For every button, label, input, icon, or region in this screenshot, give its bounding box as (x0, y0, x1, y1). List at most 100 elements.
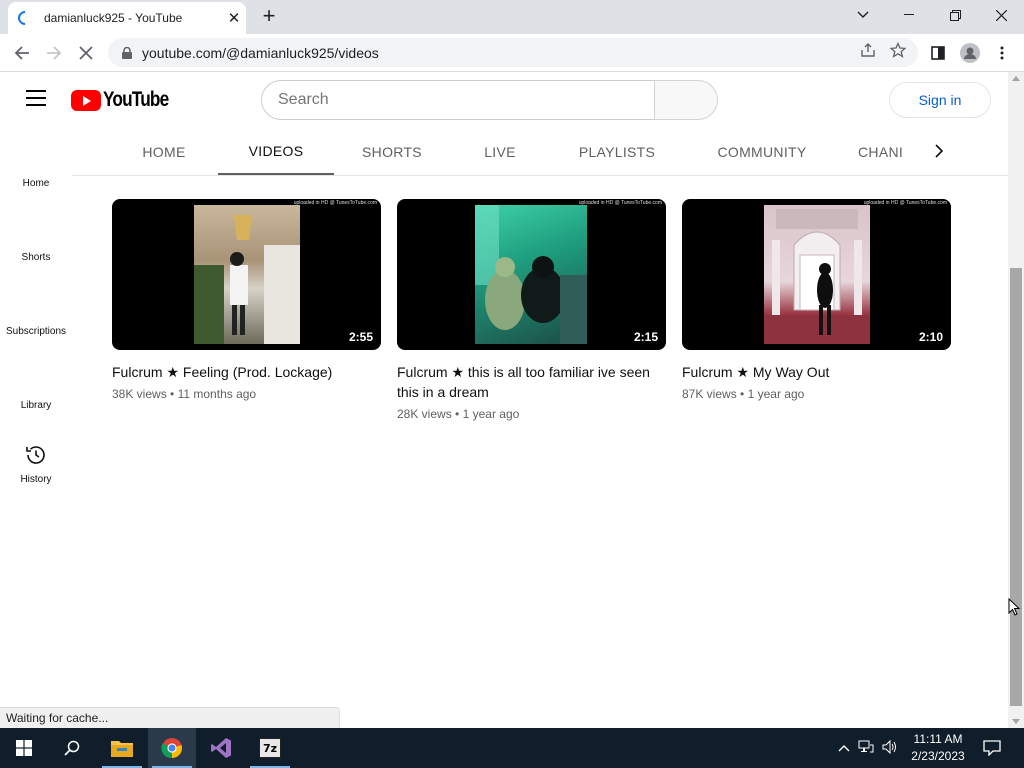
restore-button[interactable] (932, 0, 978, 30)
upload-age: 11 months ago (177, 387, 257, 401)
thumbnail-watermark: uploaded in HD @ TunesToTube.com (863, 200, 947, 206)
guide-item-label: Shorts (21, 252, 51, 263)
guide-item-library[interactable]: Library (0, 400, 72, 411)
thumbnail-watermark: uploaded in HD @ TunesToTube.com (293, 200, 377, 206)
stop-loading-icon[interactable] (72, 39, 100, 67)
browser-tab[interactable]: damianluck925 - YouTube ✕ (8, 2, 246, 34)
tab-community[interactable]: COMMUNITY (706, 128, 818, 175)
thumbnail-image (194, 205, 300, 344)
video-metadata: 28K views • 1 year ago (397, 407, 666, 421)
visual-studio-icon[interactable] (197, 728, 245, 768)
channel-tabs: HOME VIDEOS SHORTS LIVE PLAYLISTS COMMUN… (72, 128, 1008, 176)
browser-tab-strip: damianluck925 - YouTube ✕ + (0, 0, 1024, 34)
side-panel-icon[interactable] (924, 39, 952, 67)
upload-age: 1 year ago (462, 407, 520, 421)
view-count: 87K views (682, 387, 737, 401)
back-arrow-icon[interactable] (8, 39, 36, 67)
view-count: 28K views (397, 407, 452, 421)
video-title[interactable]: Fulcrum ★ Feeling (Prod. Lockage) (112, 362, 372, 382)
7zip-icon[interactable]: 7z (246, 728, 294, 768)
guide-item-shorts[interactable]: Shorts (0, 252, 72, 263)
bookmark-star-icon[interactable] (889, 41, 907, 63)
tab-home[interactable]: HOME (128, 128, 200, 175)
video-metadata: 38K views • 11 months ago (112, 387, 381, 401)
video-title[interactable]: Fulcrum ★ My Way Out (682, 362, 942, 382)
network-icon[interactable] (858, 740, 874, 757)
video-thumbnail[interactable]: uploaded in HD @ TunesToTube.com 2:15 (397, 199, 666, 350)
guide-item-subscriptions[interactable]: Subscriptions (0, 326, 72, 337)
sign-in-button[interactable]: Sign in (889, 82, 991, 118)
file-explorer-icon[interactable] (98, 728, 146, 768)
duration-badge: 2:55 (348, 330, 373, 344)
volume-icon[interactable] (882, 739, 898, 757)
scroll-down-arrow-icon[interactable] (1012, 719, 1020, 724)
lock-icon[interactable] (120, 46, 134, 60)
minimize-button[interactable] (886, 0, 932, 30)
start-icon[interactable] (0, 728, 48, 768)
scrollbar-thumb[interactable] (1010, 268, 1022, 706)
thumbnail-watermark: uploaded in HD @ TunesToTube.com (578, 200, 662, 206)
search-icon[interactable] (48, 728, 96, 768)
profile-avatar-icon[interactable] (956, 39, 984, 67)
tab-search-icon[interactable] (840, 0, 886, 30)
tab-shorts[interactable]: SHORTS (352, 128, 432, 175)
hamburger-menu-icon[interactable] (26, 90, 46, 106)
url-text[interactable]: youtube.com/@damianluck925/videos (142, 45, 860, 61)
guide-item-label: History (20, 474, 52, 485)
meta-separator: • (455, 407, 460, 421)
chevron-up-icon[interactable] (838, 741, 850, 755)
meta-separator: • (740, 387, 745, 401)
chevron-right-icon[interactable] (924, 128, 954, 174)
tab-playlists[interactable]: PLAYLISTS (566, 128, 668, 175)
view-count: 38K views (112, 387, 167, 401)
video-card[interactable]: uploaded in HD @ TunesToTube.com 2:10 Fu… (682, 199, 951, 401)
youtube-logo[interactable]: YouTube (71, 88, 183, 112)
system-tray (838, 728, 898, 768)
youtube-logo-text: YouTube (103, 88, 169, 111)
page-scrollbar[interactable] (1008, 72, 1024, 728)
share-icon[interactable] (860, 42, 876, 63)
forward-arrow-icon[interactable] (40, 39, 68, 67)
status-bubble: Waiting for cache... (0, 707, 340, 728)
loading-spinner-icon (15, 8, 35, 28)
history-icon[interactable] (24, 443, 48, 467)
video-card[interactable]: uploaded in HD @ TunesToTube.com 2:55 Fu… (112, 199, 381, 401)
tab-channels[interactable]: CHANI (858, 128, 928, 175)
video-card[interactable]: uploaded in HD @ TunesToTube.com 2:15 Fu… (397, 199, 666, 421)
meta-separator: • (170, 387, 175, 401)
search-placeholder: Search (278, 91, 329, 108)
mouse-cursor-icon (1008, 597, 1021, 622)
browser-toolbar: youtube.com/@damianluck925/videos (0, 34, 1024, 72)
clock-time: 11:11 AM (913, 732, 963, 746)
duration-badge: 2:15 (633, 330, 658, 344)
video-title[interactable]: Fulcrum ★ this is all too familiar ive s… (397, 362, 657, 402)
guide-item-label: Subscriptions (5, 326, 67, 337)
search-input[interactable]: Search (261, 80, 655, 120)
thumbnail-image (764, 205, 870, 344)
guide-item-home[interactable]: Home (0, 178, 72, 189)
close-window-button[interactable] (978, 0, 1024, 30)
tab-title: damianluck925 - YouTube (44, 11, 183, 25)
windows-taskbar: 7z 11:11 AM 2/23/2023 (0, 728, 1024, 768)
scroll-up-arrow-icon[interactable] (1012, 76, 1020, 81)
menu-kebab-icon[interactable] (988, 39, 1016, 67)
new-tab-button[interactable]: + (256, 4, 282, 30)
duration-badge: 2:10 (918, 330, 943, 344)
taskbar-clock[interactable]: 11:11 AM 2/23/2023 (902, 731, 974, 765)
guide-item-label: Home (22, 178, 50, 189)
upload-age: 1 year ago (747, 387, 805, 401)
address-bar[interactable]: youtube.com/@damianluck925/videos (108, 38, 918, 67)
tab-videos[interactable]: VIDEOS (218, 128, 334, 175)
7zip-label: 7z (259, 738, 281, 758)
chrome-icon[interactable] (148, 728, 196, 768)
guide-item-history[interactable]: History (0, 474, 72, 485)
tab-live[interactable]: LIVE (470, 128, 530, 175)
tab-close-icon[interactable]: ✕ (222, 9, 246, 27)
video-metadata: 87K views • 1 year ago (682, 387, 951, 401)
video-thumbnail[interactable]: uploaded in HD @ TunesToTube.com 2:55 (112, 199, 381, 350)
search-button[interactable] (654, 80, 718, 120)
thumbnail-image (475, 205, 587, 344)
video-thumbnail[interactable]: uploaded in HD @ TunesToTube.com 2:10 (682, 199, 951, 350)
notification-icon[interactable] (980, 736, 1004, 760)
mini-guide: Home Shorts Subscriptions Library Histor… (0, 128, 72, 708)
